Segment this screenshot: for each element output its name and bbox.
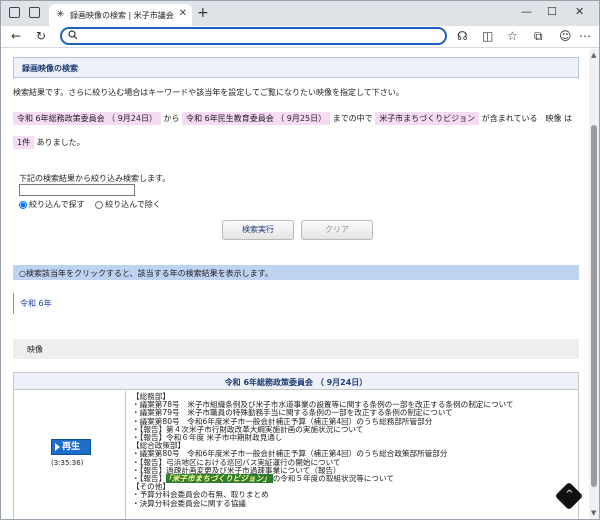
profile-icon[interactable]: ☺ xyxy=(559,29,572,43)
back-icon[interactable]: ← xyxy=(11,29,21,43)
play-label: 再生 xyxy=(62,442,81,452)
close-tab-icon[interactable]: ✕ xyxy=(179,8,187,19)
scrollbar-thumb[interactable] xyxy=(591,125,597,487)
workspaces-icon[interactable] xyxy=(9,7,20,18)
scroll-down-icon[interactable]: ▼ xyxy=(591,509,596,517)
result-player-cell: 再生 (3:35:36) xyxy=(14,391,126,519)
agenda-line: ・【報告】令和６年度 米子市中期財政見通し xyxy=(132,433,283,443)
play-icon xyxy=(55,442,60,451)
tab-title: 録画映像の検索 | 米子市議会委員会 xyxy=(70,11,174,20)
search-summary: 令和 6年総務政策委員会 （ 9月24日） から 令和 6年民生教育委員会 （ … xyxy=(13,112,573,125)
highlight-suffix: の令和５年度の取組状況等について xyxy=(272,474,394,484)
browser-window: ✳ 録画映像の検索 | 米子市議会委員会 ✕ + — ☐ ✕ ← ↻ ☊ ◫ ☆… xyxy=(0,0,600,520)
year-tab-link[interactable]: 令和 6年 xyxy=(20,298,52,309)
tab-bar: ✳ 録画映像の検索 | 米子市議会委員会 ✕ + — ☐ ✕ xyxy=(1,1,599,26)
word-until: までの中で xyxy=(332,114,373,123)
chevron-up-icon: ^ xyxy=(565,488,574,500)
video-duration: (3:35:36) xyxy=(51,459,84,467)
agenda-line: ・決算分科会委員会に関する協議 xyxy=(132,498,246,508)
radio-exclude-label[interactable]: 絞り込んで除く xyxy=(105,200,161,209)
from-meeting: 令和 6年総務政策委員会 （ 9月24日） xyxy=(13,112,161,125)
word-from: から xyxy=(163,114,180,123)
result-header: 令和 6年総務政策委員会 （ 9月24日） xyxy=(14,373,578,390)
year-notice-text: ○検索該当年をクリックすると、該当する年の検索結果を表示します。 xyxy=(19,269,273,278)
narrow-mode-radios: 絞り込んで探す 絞り込んで除く xyxy=(19,199,169,210)
result-count: 1件 xyxy=(13,136,35,149)
page-title: 録画映像の検索 xyxy=(22,64,78,73)
scroll-up-icon[interactable]: ▲ xyxy=(591,51,596,59)
read-aloud-icon[interactable]: ☊ xyxy=(457,29,468,43)
favorites-icon[interactable]: ☆ xyxy=(507,29,518,43)
collections-icon[interactable]: ⧉ xyxy=(534,29,543,43)
radio-include-label[interactable]: 絞り込んで探す xyxy=(29,200,85,209)
clear-button[interactable]: クリア xyxy=(301,220,373,240)
narrow-search: 下記の検索結果から絞り込み検索します。 絞り込んで探す 絞り込んで除く xyxy=(19,173,171,209)
page-scrollbar[interactable]: ▲ ▼ xyxy=(589,49,599,519)
result-card: 令和 6年総務政策委員会 （ 9月24日） 再生 (3:35:36) 【総務部】… xyxy=(13,372,579,519)
year-tab: 令和 6年 xyxy=(13,293,58,314)
split-screen-icon[interactable]: ◫ xyxy=(482,29,493,43)
agenda-line-highlighted: ・【報告】 「米子市まちづくりビジョン」 の令和５年度の取組状況等について xyxy=(132,474,572,484)
page-heading-box: 録画映像の検索 xyxy=(13,57,579,78)
search-icon xyxy=(68,30,78,40)
maximize-icon[interactable]: ☐ xyxy=(547,5,557,18)
radio-exclude[interactable] xyxy=(95,200,104,209)
intro-text: 検索結果です。さらに絞り込む場合はキーワードや該当年を設定してご覧になりたい映像… xyxy=(13,88,404,97)
keyword-highlight: 「米子市まちづくりビジョン」 xyxy=(166,474,273,484)
page-content: 録画映像の検索 検索結果です。さらに絞り込む場合はキーワードや該当年を設定してご… xyxy=(1,49,587,519)
to-meeting: 令和 6年民生教育委員会 （ 9月25日） xyxy=(182,112,331,125)
play-button[interactable]: 再生 xyxy=(51,439,91,455)
browser-toolbar: ← ↻ ☊ ◫ ☆ ⧉ ☺ ⋯ xyxy=(1,26,599,48)
search-count: 1件 ありました。 xyxy=(13,136,85,149)
video-section-header: 映像 xyxy=(13,339,579,359)
agenda-list: 【総務部】 ・議案第78号 米子市組織条例及び米子市水道事業の設置等に関する条例… xyxy=(132,392,572,508)
radio-include[interactable] xyxy=(19,200,27,209)
address-bar[interactable] xyxy=(60,27,447,45)
tabs-icon[interactable] xyxy=(29,7,40,18)
new-tab-icon[interactable]: + xyxy=(197,5,209,21)
site-favicon-icon: ✳ xyxy=(56,9,65,20)
video-section-title: 映像 xyxy=(27,345,43,354)
narrow-label: 下記の検索結果から絞り込み検索します。 xyxy=(19,174,171,183)
tab-active[interactable]: ✳ 録画映像の検索 | 米子市議会委員会 ✕ xyxy=(49,4,192,26)
search-keyword: 米子市まちづくりビジョン xyxy=(375,112,480,125)
narrow-search-input[interactable] xyxy=(19,184,135,196)
close-window-icon[interactable]: ✕ xyxy=(575,5,584,18)
refresh-icon[interactable]: ↻ xyxy=(36,29,46,43)
year-notice: ○検索該当年をクリックすると、該当する年の検索結果を表示します。 xyxy=(13,265,579,280)
search-button[interactable]: 検索実行 xyxy=(222,220,294,240)
result-title: 令和 6年総務政策委員会 （ 9月24日） xyxy=(224,378,368,387)
minimize-icon[interactable]: — xyxy=(521,5,532,18)
word-included: が含まれている 映像 は xyxy=(481,114,573,123)
menu-icon[interactable]: ⋯ xyxy=(579,29,591,43)
word-found: ありました。 xyxy=(36,138,85,147)
